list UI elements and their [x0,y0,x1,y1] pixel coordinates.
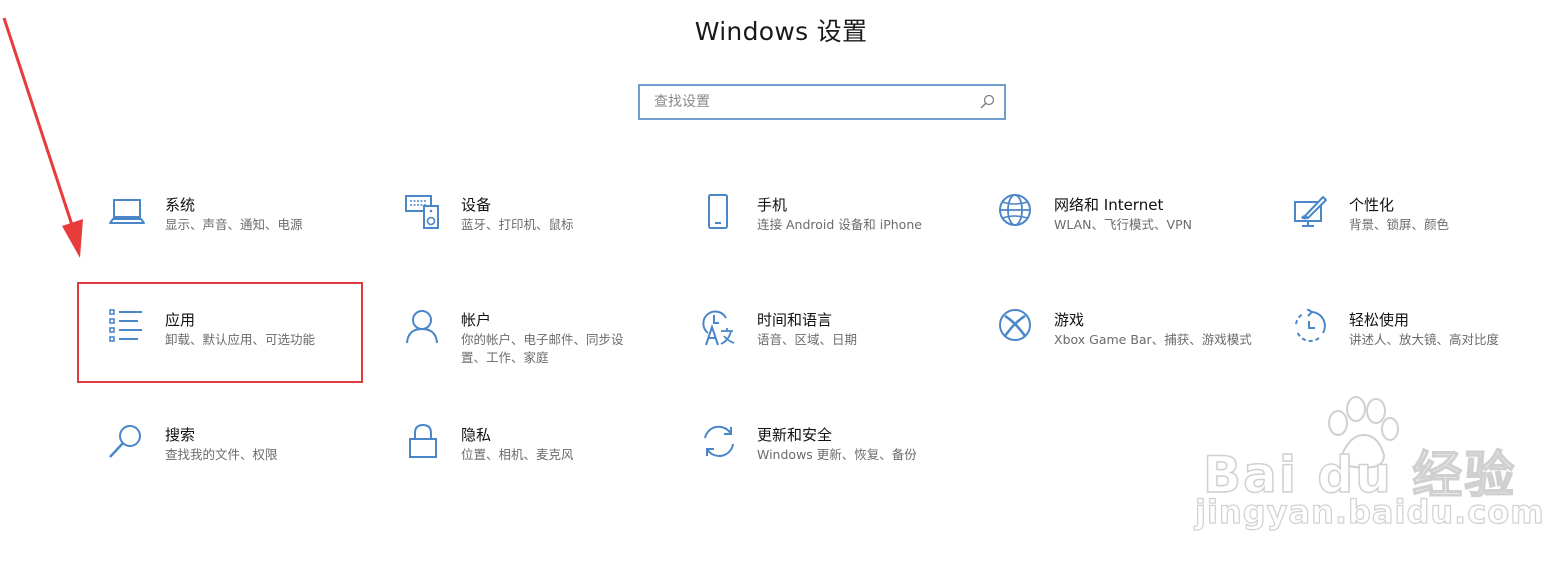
category-label: 应用 [165,311,196,329]
category-gaming[interactable]: 游戏 Xbox Game Bar、捕获、游戏模式 [997,309,1267,389]
category-update-security[interactable]: 更新和安全 Windows 更新、恢复、备份 [700,424,970,504]
watermark-url: jingyan.baidu.com [1194,492,1545,531]
category-description: 查找我的文件、权限 [165,447,278,462]
category-apps[interactable]: 应用 卸载、默认应用、可选功能 [108,309,378,389]
category-description: 位置、相机、麦克风 [461,447,574,462]
category-label: 轻松使用 [1349,311,1410,329]
person-icon [404,309,442,347]
search-box[interactable] [638,84,1006,120]
category-ease-of-access[interactable]: 轻松使用 讲述人、放大镜、高对比度 [1292,309,1562,389]
settings-window: Windows 设置 系统 显示、声音、通知、电源 [0,0,1562,564]
category-accounts[interactable]: 帐户 你的帐户、电子邮件、同步设置、工作、家庭 [404,309,674,389]
category-label: 设备 [461,196,492,214]
category-description: 卸载、默认应用、可选功能 [165,332,316,347]
category-description: 语音、区域、日期 [757,332,858,347]
category-search[interactable]: 搜索 查找我的文件、权限 [108,424,378,504]
paw-logo-icon [1328,396,1399,469]
laptop-icon [108,194,146,232]
category-devices[interactable]: 设备 蓝牙、打印机、鼠标 [404,194,674,274]
apps-list-icon [108,309,146,347]
watermark-brand: Bai du 经验 [1202,445,1517,505]
category-label: 手机 [757,196,788,214]
search-magnifier-icon [108,424,146,462]
baidu-watermark: Bai du 经验 jingyan.baidu.com [1194,395,1544,532]
category-description: 讲述人、放大镜、高对比度 [1349,332,1500,347]
category-personalization[interactable]: 个性化 背景、锁屏、颜色 [1292,194,1562,274]
category-label: 个性化 [1349,196,1395,214]
devices-icon [404,194,442,232]
category-description: Xbox Game Bar、捕获、游戏模式 [1054,332,1252,347]
category-time-language[interactable]: 时间和语言 语音、区域、日期 [700,309,970,389]
personalization-icon [1292,194,1330,232]
category-label: 系统 [165,196,196,214]
search-input[interactable] [640,86,970,118]
category-phone[interactable]: 手机 连接 Android 设备和 iPhone [700,194,970,274]
category-description: 连接 Android 设备和 iPhone [757,217,922,232]
category-description: 背景、锁屏、颜色 [1349,217,1450,232]
category-label: 网络和 Internet [1054,196,1164,214]
category-privacy[interactable]: 隐私 位置、相机、麦克风 [404,424,674,504]
ease-of-access-icon [1292,309,1330,347]
category-label: 隐私 [461,426,492,444]
globe-icon [997,194,1035,232]
time-language-icon [700,309,738,347]
category-label: 更新和安全 [757,426,833,444]
category-description: 蓝牙、打印机、鼠标 [461,217,574,232]
category-label: 时间和语言 [757,311,833,329]
category-description: 你的帐户、电子邮件、同步设置、工作、家庭 [461,332,624,365]
category-label: 帐户 [461,311,492,329]
lock-icon [404,424,442,462]
category-system[interactable]: 系统 显示、声音、通知、电源 [108,194,378,274]
phone-icon [700,194,738,232]
category-description: 显示、声音、通知、电源 [165,217,303,232]
xbox-icon [997,309,1035,347]
page-title: Windows 设置 [694,17,868,46]
category-network[interactable]: 网络和 Internet WLAN、飞行模式、VPN [997,194,1267,274]
category-label: 搜索 [165,426,196,444]
category-description: Windows 更新、恢复、备份 [757,447,917,462]
category-description: WLAN、飞行模式、VPN [1054,217,1192,232]
search-icon[interactable] [978,93,996,111]
category-label: 游戏 [1054,311,1085,329]
sync-icon [700,424,738,462]
